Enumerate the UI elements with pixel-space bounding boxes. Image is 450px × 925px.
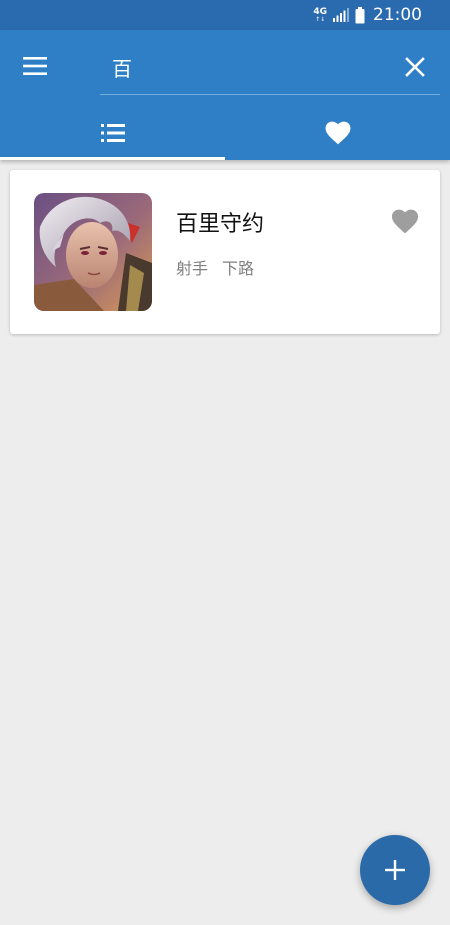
- heart-icon: [391, 209, 419, 233]
- hero-avatar: [34, 193, 152, 311]
- network-arrows: ↑↓: [315, 15, 326, 23]
- clock: 21:00: [373, 5, 422, 25]
- status-icons: 4G ↑↓ 21:00: [313, 4, 422, 26]
- search-input[interactable]: [110, 50, 394, 84]
- status-bar: 4G ↑↓ 21:00: [0, 0, 450, 30]
- hero-card[interactable]: 百里守约 射手 下路: [10, 170, 440, 334]
- clear-search-button[interactable]: [400, 52, 430, 82]
- hero-role-tag: 射手: [176, 259, 209, 278]
- signal-icon: [333, 8, 349, 22]
- screen: 4G ↑↓ 21:00 百 百里守约 射手 下路: [0, 0, 450, 925]
- menu-button[interactable]: [16, 48, 54, 84]
- list-icon: [100, 124, 125, 142]
- close-icon: [405, 57, 425, 77]
- hero-lane-tag: 下路: [222, 259, 255, 278]
- plus-icon: [385, 860, 405, 880]
- hamburger-menu-icon: [23, 57, 47, 75]
- battery-icon: [355, 6, 365, 23]
- tab-indicator: [0, 157, 225, 160]
- search-field: [100, 38, 440, 95]
- add-button[interactable]: [360, 835, 430, 905]
- heart-icon: [325, 121, 350, 145]
- hero-tags: 射手 下路: [176, 255, 254, 279]
- network-4g-icon: 4G ↑↓: [313, 7, 327, 23]
- hero-name: 百里守约: [176, 212, 265, 237]
- hero-portrait-image: [34, 193, 152, 311]
- tab-favorites[interactable]: [225, 106, 450, 160]
- app-bar: [0, 30, 450, 160]
- tab-list[interactable]: [0, 106, 225, 160]
- tab-bar: [0, 106, 450, 160]
- favorite-button[interactable]: [390, 206, 420, 236]
